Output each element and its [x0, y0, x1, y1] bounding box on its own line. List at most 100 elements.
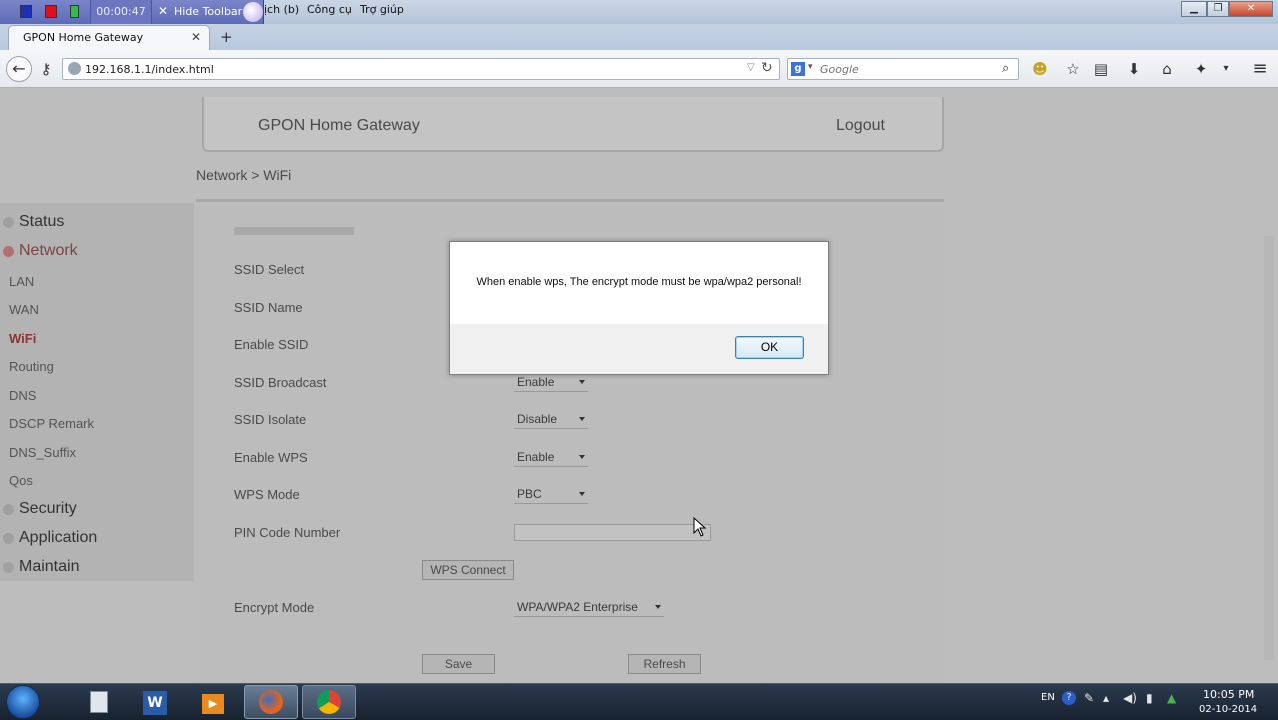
- recorder-logo-icon: [243, 2, 263, 22]
- wps-mode-select[interactable]: PBC: [514, 486, 588, 504]
- stop-icon[interactable]: [45, 5, 57, 18]
- collapse-icon: [3, 246, 14, 257]
- menu-icon[interactable]: ≡: [1249, 58, 1271, 80]
- addon-icon[interactable]: ☻: [1029, 58, 1051, 80]
- marker-icon[interactable]: [70, 5, 79, 18]
- mouse-cursor-icon: [693, 517, 707, 537]
- expand-icon: [3, 533, 14, 544]
- wps-connect-button[interactable]: WPS Connect: [422, 560, 514, 580]
- reload-icon[interactable]: ↻: [761, 60, 773, 76]
- search-input[interactable]: Google: [820, 63, 859, 76]
- chevron-down-icon: [579, 492, 585, 496]
- page-scrollbar[interactable]: [1264, 236, 1274, 660]
- show-hidden-icons[interactable]: ▴: [1103, 691, 1109, 705]
- field-label-ssid-name: SSID Name: [234, 300, 303, 315]
- maximize-button[interactable]: ❐: [1207, 1, 1229, 17]
- sidebar-item-qos[interactable]: Qos: [9, 473, 33, 488]
- tab-gpon-home-gateway[interactable]: GPON Home Gateway ✕: [8, 25, 210, 51]
- new-tab-button[interactable]: +: [220, 28, 233, 46]
- minimize-button[interactable]: ▁: [1181, 1, 1207, 17]
- url-text: 192.168.1.1/index.html: [85, 63, 214, 76]
- pause-icon[interactable]: [20, 5, 32, 18]
- explorer-icon[interactable]: [72, 685, 126, 719]
- sidebar-item-dns[interactable]: DNS: [9, 388, 36, 403]
- sidebar-item-wan[interactable]: WAN: [9, 302, 39, 317]
- back-icon[interactable]: ←: [6, 56, 32, 82]
- firefox-icon[interactable]: [244, 685, 298, 719]
- menu-item-bookmarks[interactable]: ịch (b): [264, 3, 299, 16]
- extension-dropdown-icon[interactable]: ▾: [1215, 58, 1237, 80]
- field-label-pin-code: PIN Code Number: [234, 525, 341, 540]
- start-button[interactable]: [6, 685, 40, 719]
- word-icon[interactable]: W: [128, 685, 182, 719]
- close-icon[interactable]: ✕: [158, 4, 168, 18]
- close-window-button[interactable]: ✕: [1229, 1, 1273, 17]
- search-engine-dropdown-icon[interactable]: ▾: [808, 62, 813, 72]
- sidebar-item-dscp-remark[interactable]: DSCP Remark: [9, 416, 94, 431]
- nav-category-status[interactable]: Status: [3, 213, 64, 231]
- star-icon[interactable]: ☆: [1062, 58, 1084, 80]
- field-label-enable-ssid: Enable SSID: [234, 337, 309, 352]
- menu-item-help[interactable]: Trợ giúp: [360, 3, 404, 16]
- save-button[interactable]: Save: [422, 654, 495, 674]
- pin-code-input[interactable]: [514, 524, 711, 541]
- help-icon[interactable]: ?: [1062, 691, 1076, 705]
- sidebar-item-routing[interactable]: Routing: [9, 359, 54, 374]
- divider: [196, 199, 944, 202]
- volume-icon[interactable]: ◀): [1123, 691, 1137, 705]
- url-bar[interactable]: 192.168.1.1/index.html ▽ ↻: [62, 58, 780, 80]
- search-icon[interactable]: ⌕: [1002, 61, 1009, 76]
- globe-icon: [68, 62, 81, 75]
- recording-timer: 00:00:47: [90, 0, 152, 24]
- key-icon[interactable]: ⚷: [35, 58, 57, 80]
- nav-category-application[interactable]: Application: [3, 529, 97, 547]
- encrypt-mode-select[interactable]: WPA/WPA2 Enterprise: [514, 599, 664, 617]
- clock-date[interactable]: 02-10-2014: [1199, 704, 1257, 715]
- chevron-down-icon: [579, 417, 585, 421]
- nav-category-security[interactable]: Security: [3, 500, 77, 518]
- field-label-ssid-select: SSID Select: [234, 262, 305, 277]
- field-label-enable-wps: Enable WPS: [234, 450, 308, 465]
- chevron-down-icon: [579, 380, 585, 384]
- search-bar[interactable]: g ▾ Google ⌕: [787, 58, 1019, 80]
- expand-icon: [3, 217, 14, 228]
- refresh-button[interactable]: Refresh: [628, 654, 701, 674]
- dropdown-arrow-icon[interactable]: ▽: [747, 62, 755, 73]
- menu-item-tools[interactable]: Công cụ: [307, 3, 352, 16]
- chrome-icon[interactable]: [302, 685, 356, 719]
- sidebar-item-lan[interactable]: LAN: [9, 274, 34, 289]
- nav-category-network[interactable]: Network: [3, 242, 78, 260]
- battery-icon[interactable]: ▮: [1146, 691, 1153, 705]
- field-label-encrypt-mode: Encrypt Mode: [234, 600, 315, 615]
- field-label-ssid-isolate: SSID Isolate: [234, 412, 307, 427]
- dialog-body: When enable wps, The encrypt mode must b…: [450, 242, 828, 324]
- page-title: GPON Home Gateway: [258, 117, 420, 134]
- chevron-down-icon: [655, 605, 661, 609]
- recorder-toolbar: 00:00:47 ✕ Hide Toolbar: [0, 0, 264, 24]
- sidebar-item-wifi[interactable]: WiFi: [9, 331, 36, 346]
- breadcrumb: Network > WiFi: [196, 167, 292, 183]
- tab-title: GPON Home Gateway: [23, 31, 144, 44]
- ssid-isolate-select[interactable]: Disable: [514, 411, 588, 429]
- ssid-broadcast-select[interactable]: Enable: [514, 374, 588, 392]
- drive-icon[interactable]: ▲: [1167, 691, 1176, 705]
- ok-button[interactable]: OK: [735, 336, 804, 359]
- dialog-message: When enable wps, The encrypt mode must b…: [476, 276, 802, 288]
- pen-icon[interactable]: ✎: [1084, 691, 1094, 705]
- reading-list-icon[interactable]: ▤: [1090, 58, 1112, 80]
- google-icon[interactable]: g: [791, 62, 805, 76]
- alert-dialog: When enable wps, The encrypt mode must b…: [449, 241, 829, 375]
- tab-close-icon[interactable]: ✕: [191, 30, 201, 44]
- expand-icon: [3, 562, 14, 573]
- clock-time[interactable]: 10:05 PM: [1203, 688, 1254, 701]
- download-icon[interactable]: ⬇: [1123, 58, 1145, 80]
- logout-link[interactable]: Logout: [836, 117, 885, 135]
- sidebar-item-dns-suffix[interactable]: DNS_Suffix: [9, 445, 76, 460]
- nav-category-maintain[interactable]: Maintain: [3, 558, 79, 576]
- extension-icon[interactable]: ✦: [1190, 58, 1212, 80]
- language-indicator[interactable]: EN: [1041, 692, 1055, 703]
- enable-wps-select[interactable]: Enable: [514, 449, 588, 467]
- home-icon[interactable]: ⌂: [1156, 58, 1178, 80]
- media-player-icon[interactable]: ▶: [186, 685, 240, 719]
- hide-toolbar-button[interactable]: Hide Toolbar: [174, 0, 242, 24]
